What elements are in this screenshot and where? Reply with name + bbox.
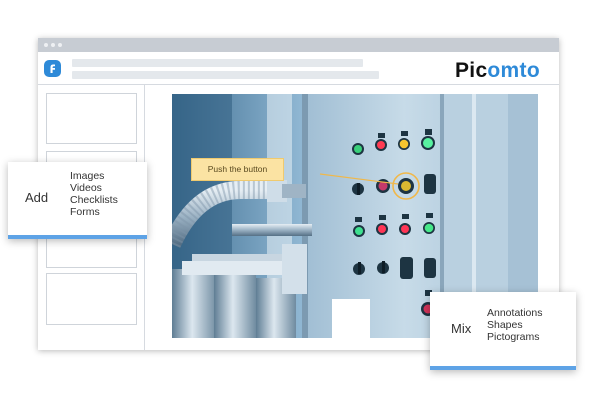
window-dot[interactable] (58, 43, 62, 47)
add-item-checklists: Checklists (70, 194, 118, 206)
add-card-title: Add (25, 190, 49, 205)
logo-text-part2: omto (487, 59, 540, 82)
add-item-images: Images (70, 170, 105, 182)
add-media-card: Add Images Videos Checklists Forms (8, 162, 147, 239)
annotation-callout[interactable]: Push the button (191, 158, 284, 181)
title-bar (38, 38, 559, 52)
mix-card-list: Annotations Shapes Pictograms (487, 307, 542, 343)
window-dot[interactable] (44, 43, 48, 47)
app-header: Picomto (38, 52, 559, 85)
mix-item-shapes: Shapes (487, 319, 523, 331)
mix-item-annotations: Annotations (487, 307, 543, 319)
logo-text-part1: Pic (455, 59, 488, 82)
mix-item-pictograms: Pictograms (487, 331, 540, 343)
mix-card-title: Mix (451, 321, 472, 336)
add-card-list: Images Videos Checklists Forms (70, 170, 118, 218)
window-dot[interactable] (51, 43, 55, 47)
add-item-videos: Videos (70, 182, 102, 194)
sidebar-thumbnail[interactable] (46, 93, 137, 144)
add-card-accent-bar (8, 235, 147, 239)
mix-content-card: Mix Annotations Shapes Pictograms (430, 292, 576, 370)
add-item-forms: Forms (70, 206, 100, 218)
header-placeholder-bar (72, 59, 363, 67)
picomto-app-icon[interactable] (44, 60, 61, 77)
picomto-logo: Picomto (455, 60, 540, 81)
header-placeholder-bar (72, 71, 379, 79)
sidebar-thumbnail[interactable] (46, 273, 137, 325)
mix-card-accent-bar (430, 366, 576, 370)
